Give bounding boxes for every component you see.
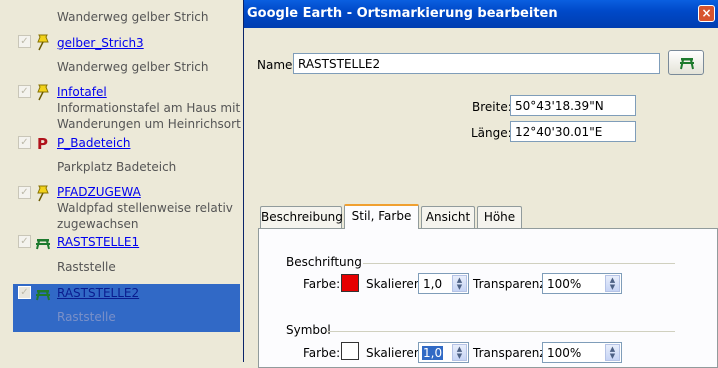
symbol-scale-label: Skalieren: [366, 346, 426, 360]
visibility-checkbox[interactable]: ✓ [18, 235, 31, 248]
edit-placemark-dialog: Google Earth - Ortsmarkierung bearbeiten… [243, 0, 718, 368]
place-description: Wanderweg gelber Strich [57, 10, 209, 24]
place-description: Wanderweg gelber Strich [57, 60, 209, 74]
visibility-checkbox[interactable]: ✓ [18, 85, 31, 98]
visibility-checkbox[interactable]: ✓ [18, 35, 31, 48]
place-title[interactable]: P_Badeteich [57, 136, 130, 150]
visibility-checkbox[interactable]: ✓ [18, 186, 31, 199]
label-scale-spinner[interactable]: 1,0 ▲ ▼ [418, 273, 469, 294]
label-color-label: Farbe: [303, 277, 341, 291]
icon-picker-button[interactable] [668, 50, 704, 75]
tab-beschreibung[interactable]: Beschreibung [260, 206, 343, 228]
label-opacity-value: 100% [547, 277, 582, 291]
yellow-pushpin-icon [37, 34, 49, 51]
spinner-arrows-icon[interactable]: ▲ ▼ [452, 275, 467, 292]
place-title[interactable]: Infotafel [57, 85, 107, 99]
svg-text:P: P [37, 135, 48, 152]
spinner-arrows-icon[interactable]: ▲ ▼ [605, 344, 620, 361]
latitude-input[interactable]: 50°43'18.39"N [510, 95, 636, 116]
label-color-swatch[interactable] [341, 274, 359, 292]
latitude-label: Breite: [472, 100, 512, 114]
picnic-table-icon [36, 290, 50, 301]
yellow-pushpin-icon [37, 185, 49, 202]
place-item[interactable]: ✓ Infotafel Informationstafel am Haus mi… [0, 80, 243, 134]
symbol-scale-value[interactable]: 1,0 [422, 346, 444, 360]
place-item[interactable]: ✓ RASTSTELLE1 Raststelle [0, 232, 243, 284]
symbol-opacity-spinner[interactable]: 100% ▲ ▼ [542, 342, 622, 363]
symbol-group-heading: Symbol [286, 323, 331, 337]
dialog-title: Google Earth - Ortsmarkierung bearbeiten [247, 6, 558, 21]
label-opacity-label: Transparenz: [473, 277, 550, 291]
place-item[interactable]: ✓ PFADZUGEWA Waldpfad stellenweise relat… [0, 182, 243, 232]
place-item[interactable]: Wanderweg gelber Strich [0, 0, 243, 30]
label-group-heading: Beschriftung [286, 255, 362, 269]
close-button[interactable]: × [698, 5, 715, 22]
symbol-color-swatch[interactable] [341, 342, 359, 360]
tab-panel-stil-farbe: Beschriftung Farbe: Skalieren: 1,0 ▲ ▼ Tr… [258, 228, 718, 368]
longitude-input[interactable]: 12°40'30.01"E [510, 121, 636, 142]
place-title[interactable]: RASTSTELLE1 [57, 235, 139, 249]
tab-stil-farbe[interactable]: Stil, Farbe [344, 204, 419, 229]
symbol-color-label: Farbe: [303, 346, 341, 360]
place-title[interactable]: RASTSTELLE2 [57, 286, 139, 300]
place-description: Waldpfad stellenweise relativ zugewachse… [57, 201, 233, 231]
spinner-arrows-icon[interactable]: ▲ ▼ [605, 275, 620, 292]
visibility-checkbox[interactable]: ✓ [18, 286, 31, 299]
name-input[interactable]: RASTSTELLE2 [293, 53, 660, 74]
picnic-table-icon [680, 58, 694, 70]
label-scale-value: 1,0 [423, 277, 443, 291]
picnic-table-icon [36, 239, 50, 250]
symbol-opacity-label: Transparenz: [473, 346, 550, 360]
group-divider [363, 263, 675, 264]
place-item[interactable]: ✓ P P_Badeteich Parkplatz Badeteich [0, 134, 243, 182]
name-label: Name: [257, 58, 297, 72]
longitude-label: Länge: [471, 126, 512, 140]
symbol-opacity-value: 100% [547, 346, 582, 360]
place-description: Raststelle [57, 260, 116, 274]
dialog-titlebar[interactable]: Google Earth - Ortsmarkierung bearbeiten… [244, 0, 718, 28]
yellow-pushpin-icon [37, 84, 49, 101]
place-description: Informationstafel am Haus mit Wanderunge… [57, 101, 241, 131]
label-scale-label: Skalieren: [366, 277, 426, 291]
group-divider [327, 331, 675, 332]
place-item-selected[interactable]: ✓ RASTSTELLE2 Raststelle [13, 284, 240, 332]
visibility-checkbox[interactable]: ✓ [18, 136, 31, 149]
tab-ansicht[interactable]: Ansicht [421, 206, 475, 228]
place-item[interactable]: ✓ gelber_Strich3 Wanderweg gelber Strich [0, 30, 243, 80]
label-opacity-spinner[interactable]: 100% ▲ ▼ [542, 273, 622, 294]
symbol-scale-spinner[interactable]: 1,0 ▲ ▼ [418, 342, 469, 363]
spinner-arrows-icon[interactable]: ▲ ▼ [452, 344, 467, 361]
place-title[interactable]: PFADZUGEWA [57, 185, 141, 199]
places-panel: Wanderweg gelber Strich ✓ gelber_Strich3… [0, 0, 243, 362]
place-description: Parkplatz Badeteich [57, 160, 177, 174]
parking-icon: P [37, 135, 48, 152]
place-description: Raststelle [57, 310, 116, 324]
place-title[interactable]: gelber_Strich3 [57, 36, 144, 50]
tab-hoehe[interactable]: Höhe [477, 206, 522, 228]
